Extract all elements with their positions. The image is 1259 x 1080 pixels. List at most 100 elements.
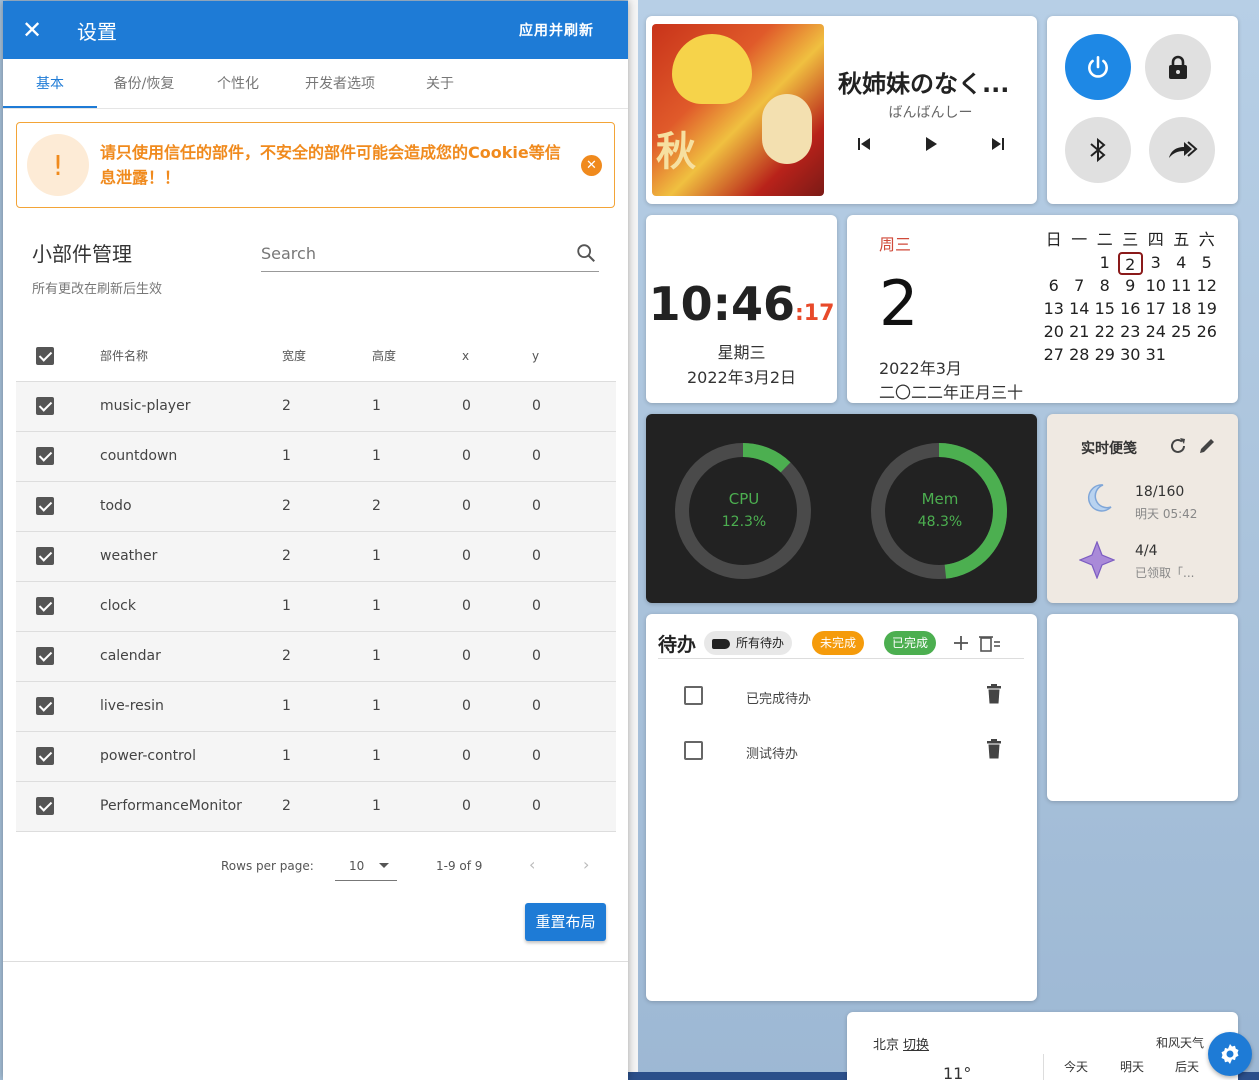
calendar-day-cell[interactable]: 15 <box>1092 298 1118 321</box>
calendar-day-cell[interactable]: 8 <box>1092 275 1118 298</box>
calendar-day-cell[interactable]: 13 <box>1041 298 1067 321</box>
row-checkbox[interactable] <box>36 797 54 815</box>
trash-icon[interactable] <box>986 684 1002 704</box>
switch-city-link[interactable]: 切换 <box>903 1038 929 1053</box>
calendar-day-cell[interactable] <box>1067 252 1093 275</box>
calendar-day-cell[interactable]: 4 <box>1169 252 1195 275</box>
lock-button[interactable] <box>1145 34 1211 100</box>
row-checkbox[interactable] <box>36 547 54 565</box>
todo-checkbox[interactable] <box>684 686 703 705</box>
calendar-day-cell[interactable]: 16 <box>1118 298 1144 321</box>
table-row[interactable]: todo 2 2 0 0 <box>16 480 616 531</box>
table-row[interactable]: live-resin 1 1 0 0 <box>16 680 616 731</box>
table-row[interactable]: weather 2 1 0 0 <box>16 530 616 581</box>
calendar-day-cell[interactable]: 28 <box>1067 344 1093 367</box>
bluetooth-button[interactable] <box>1065 117 1131 183</box>
row-checkbox[interactable] <box>36 447 54 465</box>
calendar-day-cell[interactable]: 6 <box>1041 275 1067 298</box>
calendar-day-cell[interactable]: 10 <box>1143 275 1169 298</box>
tab-basic[interactable]: 基本 <box>3 59 97 108</box>
clock-widget: 10:46:17 星期三 2022年3月2日 <box>646 215 837 403</box>
calendar-day-cell[interactable]: 18 <box>1169 298 1195 321</box>
tab-developer[interactable]: 开发者选项 <box>285 59 395 108</box>
row-checkbox[interactable] <box>36 747 54 765</box>
calendar-day-cell[interactable]: 20 <box>1041 321 1067 344</box>
calendar-day-cell[interactable]: 1 <box>1092 252 1118 275</box>
chip-all[interactable]: 所有待办 <box>704 631 793 655</box>
calendar-day-cell[interactable]: 29 <box>1092 344 1118 367</box>
chip-undone[interactable]: 未完成 <box>812 631 865 655</box>
prev-page-icon[interactable]: ‹ <box>529 855 535 874</box>
calendar-day-cell[interactable]: 22 <box>1092 321 1118 344</box>
calendar-day-cell[interactable]: 5 <box>1194 252 1220 275</box>
rows-per-page-select[interactable]: 10 <box>335 851 397 881</box>
apply-refresh-button[interactable]: 应用并刷新 <box>519 20 594 40</box>
add-icon[interactable] <box>952 634 970 652</box>
settings-fab[interactable] <box>1208 1032 1252 1076</box>
calendar-day-cell[interactable]: 11 <box>1169 275 1195 298</box>
trash-icon[interactable] <box>986 739 1002 759</box>
play-icon[interactable] <box>923 136 939 152</box>
calendar-day-cell[interactable]: 30 <box>1118 344 1144 367</box>
tab-about[interactable]: 关于 <box>395 59 485 108</box>
chip-done[interactable]: 已完成 <box>884 631 937 655</box>
col-y[interactable]: y <box>532 331 616 381</box>
table-row[interactable]: clock 1 1 0 0 <box>16 580 616 631</box>
calendar-day-cell[interactable] <box>1194 344 1220 367</box>
widget-manager-header: 小部件管理 所有更改在刷新后生效 <box>3 208 628 328</box>
widget-width: 1 <box>282 680 372 731</box>
calendar-day-cell[interactable]: 2 <box>1117 252 1143 275</box>
calendar-day-cell[interactable]: 19 <box>1194 298 1220 321</box>
calendar-day-cell[interactable]: 17 <box>1143 298 1169 321</box>
previous-track-icon[interactable] <box>856 136 872 152</box>
row-checkbox[interactable] <box>36 647 54 665</box>
table-row[interactable]: power-control 1 1 0 0 <box>16 730 616 781</box>
reset-layout-button[interactable]: 重置布局 <box>525 903 606 941</box>
calendar-day-cell[interactable]: 31 <box>1143 344 1169 367</box>
next-page-icon[interactable]: › <box>583 855 589 874</box>
calendar-day-cell[interactable]: 3 <box>1143 252 1169 275</box>
tab-backup[interactable]: 备份/恢复 <box>97 59 191 108</box>
col-height[interactable]: 高度 <box>372 331 462 381</box>
calendar-day-cell[interactable]: 24 <box>1143 321 1169 344</box>
calendar-day-cell[interactable]: 12 <box>1194 275 1220 298</box>
calendar-day-cell[interactable]: 9 <box>1118 275 1144 298</box>
row-checkbox[interactable] <box>36 397 54 415</box>
close-icon[interactable]: ✕ <box>3 16 61 44</box>
col-x[interactable]: x <box>462 331 532 381</box>
row-checkbox[interactable] <box>36 597 54 615</box>
row-checkbox[interactable] <box>36 497 54 515</box>
row-checkbox[interactable] <box>36 697 54 715</box>
select-all-checkbox[interactable] <box>36 346 54 365</box>
dismiss-warning-icon[interactable]: ✕ <box>581 155 602 176</box>
calendar-day-cell[interactable]: 21 <box>1067 321 1093 344</box>
tab-personalize[interactable]: 个性化 <box>191 59 285 108</box>
calendar-day-cell[interactable] <box>1041 252 1067 275</box>
calendar-day-cell[interactable]: 23 <box>1118 321 1144 344</box>
col-name[interactable]: 部件名称 <box>72 331 282 381</box>
next-track-icon[interactable] <box>990 136 1006 152</box>
search-icon[interactable] <box>575 242 597 264</box>
todo-checkbox[interactable] <box>684 741 703 760</box>
edit-icon[interactable] <box>1197 436 1217 456</box>
table-row[interactable]: PerformanceMonitor 2 1 0 0 <box>16 780 616 832</box>
search-input[interactable] <box>261 238 561 268</box>
clock-seconds: :17 <box>795 301 835 326</box>
calendar-day-cell[interactable]: 14 <box>1067 298 1093 321</box>
todo-text: 已完成待办 <box>746 692 812 707</box>
widget-height: 1 <box>372 430 462 481</box>
table-row[interactable]: calendar 2 1 0 0 <box>16 630 616 681</box>
table-row[interactable]: countdown 1 1 0 0 <box>16 430 616 481</box>
calendar-day-cell[interactable]: 25 <box>1169 321 1195 344</box>
col-width[interactable]: 宽度 <box>282 331 372 381</box>
calendar-day-cell[interactable]: 7 <box>1067 275 1093 298</box>
calendar-day-cell[interactable] <box>1169 344 1195 367</box>
refresh-icon[interactable] <box>1168 436 1188 456</box>
calendar-day-cell[interactable]: 27 <box>1041 344 1067 367</box>
table-header: 部件名称 宽度 高度 x y <box>16 331 616 381</box>
share-button[interactable] <box>1149 117 1215 183</box>
power-button[interactable] <box>1065 34 1131 100</box>
calendar-day-cell[interactable]: 26 <box>1194 321 1220 344</box>
table-row[interactable]: music-player 2 1 0 0 <box>16 380 616 431</box>
clear-list-icon[interactable] <box>979 634 1001 652</box>
